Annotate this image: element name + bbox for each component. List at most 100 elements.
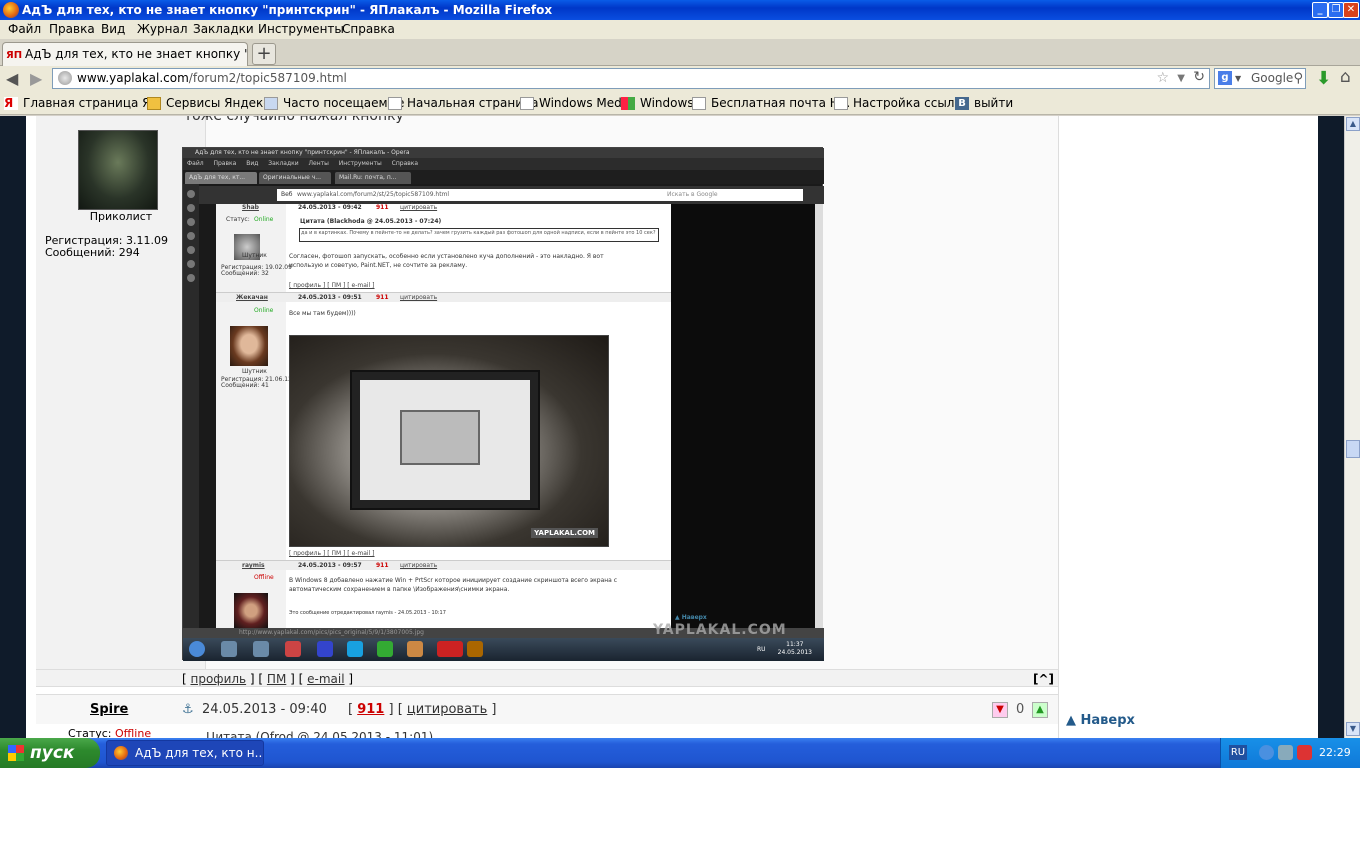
bookmark-label: Windows Media — [539, 96, 633, 110]
pm-link[interactable]: ПМ — [267, 672, 286, 686]
email-link[interactable]: e-mail — [307, 672, 344, 686]
network-icon[interactable] — [1278, 745, 1293, 760]
new-tab-button[interactable]: + — [252, 43, 276, 65]
anchor-icon[interactable]: ⚓ — [182, 695, 194, 725]
page-icon — [388, 97, 402, 110]
quote-link: цитировать — [400, 294, 438, 301]
windows-icon — [621, 97, 635, 110]
thumbs-up-icon[interactable]: ▲ — [1032, 702, 1048, 718]
menu-bookmarks[interactable]: Закладки — [193, 20, 254, 39]
antivirus-icon[interactable] — [1297, 745, 1312, 760]
opera-tab: Mail.Ru: почта, п... — [335, 172, 411, 184]
post-date: 24.05.2013 - 09:42 — [298, 204, 362, 211]
bookmark-label: Сервисы Яндекса — [166, 96, 278, 110]
bookmark-start-page[interactable]: Начальная страница — [388, 91, 539, 115]
scroll-up-button[interactable]: ▲ — [1346, 117, 1360, 131]
taskbar-app-icon — [285, 641, 301, 657]
reload-icon[interactable]: ↻ — [1193, 68, 1205, 87]
maximize-button[interactable]: ❐ — [1328, 2, 1344, 18]
status-label: Статус: — [68, 727, 112, 738]
avatar[interactable] — [78, 130, 158, 210]
bookmark-yandex-services[interactable]: Сервисы Яндекса — [147, 91, 277, 115]
post-reputation: [ 911 ] [ цитировать ] — [348, 702, 497, 717]
google-icon[interactable]: g — [1218, 71, 1232, 85]
scroll-down-button[interactable]: ▼ — [1346, 722, 1360, 736]
inner-taskbar: RU 11:37 24.05.2013 — [183, 638, 824, 661]
window-title-bar: АдЪ для тех, кто не знает кнопку "принтс… — [0, 0, 1360, 20]
opera-url-prefix: Веб — [281, 191, 293, 198]
taskbar-firefox-button[interactable]: АдЪ для тех, кто н... — [106, 740, 264, 766]
bookmark-windows-media[interactable]: Windows Media — [520, 91, 632, 115]
language-indicator[interactable]: RU — [1229, 745, 1247, 760]
thumbs-down-icon[interactable]: ▼ — [992, 702, 1008, 718]
bookmark-free-mail[interactable]: Бесплатная почта Н... — [692, 91, 850, 115]
bookmark-windows[interactable]: Windows — [621, 91, 694, 115]
panel-icon — [187, 218, 195, 226]
quote-head: Цитата (Ofrod @ 24.05.2013 - 11:01) — [206, 730, 434, 738]
opera-tabs: АдЪ для тех, кт... Оригинальные ч... Mai… — [183, 170, 824, 184]
post-text: тоже случайно нажал кнопку — [184, 116, 404, 124]
taskbar: пуск АдЪ для тех, кто н... RU 22:29 — [0, 738, 1360, 768]
status-label: Статус: — [226, 216, 250, 223]
system-tray: RU 22:29 — [1220, 738, 1360, 768]
profile-link[interactable]: профиль — [191, 672, 247, 686]
search-engine-dropdown-icon[interactable]: ▼ — [1235, 69, 1241, 88]
back-to-top-link[interactable]: ▲ Наверх — [1066, 713, 1135, 728]
menu-help[interactable]: Справка — [342, 20, 395, 39]
menu-history[interactable]: Журнал — [137, 20, 188, 39]
post-nick: Жекачан — [236, 294, 268, 301]
start-orb-icon — [189, 641, 205, 657]
forward-button[interactable]: ▶ — [30, 69, 42, 88]
start-button[interactable]: пуск — [0, 738, 100, 768]
bookmark-label: Часто посещаемые — [283, 96, 405, 110]
bookmark-star-icon[interactable]: ☆ — [1156, 69, 1169, 88]
back-button[interactable]: ◀ — [6, 69, 18, 88]
folder-icon — [147, 97, 161, 110]
post-author-nick[interactable]: Spire — [90, 695, 128, 725]
home-icon[interactable]: ⌂ — [1340, 67, 1351, 87]
search-box[interactable]: g ▼ Google ⚲ — [1214, 68, 1306, 89]
opera-to-top: ▲ Наверх — [675, 614, 707, 621]
opera-tab: Оригинальные ч... — [259, 172, 331, 184]
tab-active[interactable]: ЯП АдЪ для тех, кто не знает кнопку "при… — [2, 42, 248, 66]
menu-view[interactable]: Вид — [101, 20, 125, 39]
post-nick: raymis — [242, 562, 265, 569]
clock-time: 11:37 — [786, 641, 804, 648]
post-text: Согласен, фотошоп запускать, особенно ес… — [289, 253, 604, 269]
embedded-screenshot[interactable]: АдЪ для тех, кто не знает кнопку "принтс… — [182, 147, 824, 661]
menu-tools[interactable]: Инструменты — [258, 20, 344, 39]
rep-bracket: [ — [348, 702, 354, 717]
post-links: [ профиль ] [ ПМ ] [ e-mail ] — [182, 672, 354, 686]
taskbar-app-label: АдЪ для тех, кто н... — [135, 746, 264, 760]
bookmark-link-settings[interactable]: Настройка ссылок — [834, 91, 969, 115]
tab-label: АдЪ для тех, кто не знает кнопку "принт.… — [25, 47, 247, 61]
download-icon[interactable]: ⬇ — [1316, 68, 1331, 89]
vertical-scrollbar[interactable]: ▲ ▼ — [1344, 116, 1360, 738]
page-viewport: Приколист Регистрация: 3.11.09 Сообщений… — [0, 116, 1344, 738]
scroll-thumb[interactable] — [1346, 440, 1360, 458]
menu-edit[interactable]: Правка — [49, 20, 95, 39]
address-bar[interactable]: www.yaplakal.com/forum2/topic587109.html… — [52, 68, 1210, 89]
close-button[interactable]: ✕ — [1343, 2, 1359, 18]
url-dropdown-icon[interactable]: ▼ — [1177, 69, 1185, 88]
post-rank: Шутник — [242, 368, 267, 375]
rep-link[interactable]: 911 — [357, 702, 384, 717]
bookmark-logout[interactable]: Ввыйти — [955, 91, 1013, 115]
minimize-button[interactable]: _ — [1312, 2, 1328, 18]
author-status: Статус: Offline — [68, 727, 151, 738]
taskbar-app-icon — [407, 641, 423, 657]
bookmark-label: Главная страница Я... — [23, 96, 162, 110]
tray-arrow-icon[interactable] — [1259, 745, 1274, 760]
page-icon — [692, 97, 706, 110]
quote-button[interactable]: цитировать — [407, 702, 487, 717]
bookmark-most-visited[interactable]: Часто посещаемые — [264, 91, 404, 115]
bookmark-yandex-home[interactable]: Я Главная страница Я... — [4, 91, 162, 115]
bookmark-label: Бесплатная почта Н... — [711, 96, 851, 110]
post-rating: 0 — [1016, 702, 1025, 717]
opera-dark-area — [671, 204, 815, 628]
to-top-link[interactable]: [^] — [1033, 670, 1054, 688]
site-identity-icon[interactable] — [58, 71, 72, 85]
search-icon[interactable]: ⚲ — [1293, 69, 1303, 88]
panel-icon — [187, 246, 195, 254]
menu-file[interactable]: Файл — [8, 20, 41, 39]
